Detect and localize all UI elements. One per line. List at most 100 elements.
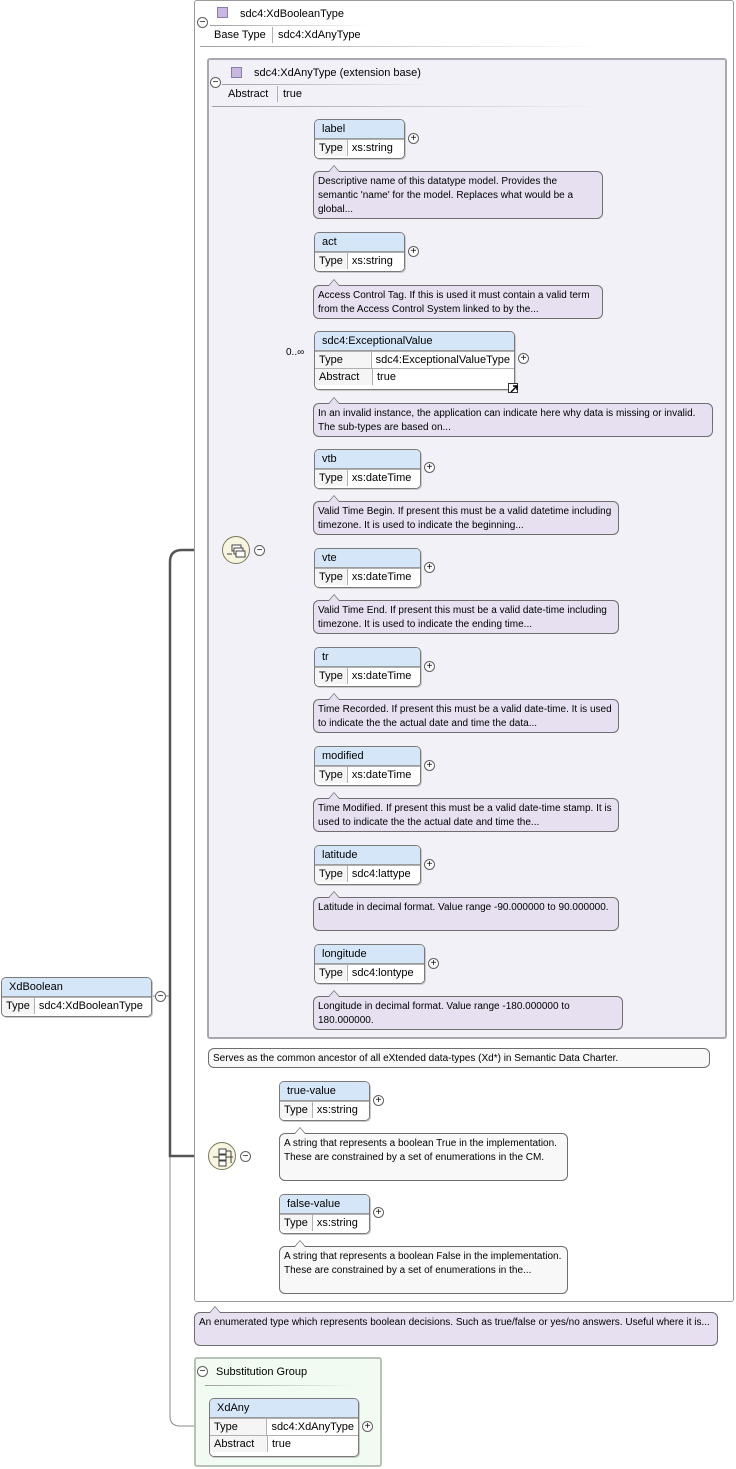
expand-label-icon[interactable]: +	[408, 133, 419, 144]
element-latitude[interactable]: latitude Type sdc4:lattype	[314, 845, 421, 885]
note-text: Valid Time Begin. If present this must b…	[318, 506, 612, 531]
type-value: xs:dateTime	[347, 767, 420, 783]
element-name: vte	[315, 549, 420, 568]
collapse-complex-type-icon[interactable]: −	[197, 17, 208, 28]
type-value: xs:string	[347, 253, 404, 269]
extension-abstract-label: Abstract	[228, 88, 269, 100]
header-divider	[200, 46, 600, 47]
element-name: sdc4:ExceptionalValue	[315, 332, 514, 351]
expand-exceptional-value-icon[interactable]: +	[518, 353, 529, 364]
element-label[interactable]: label Type xs:string	[314, 119, 405, 159]
note-text: An enumerated type which represents bool…	[199, 1317, 710, 1328]
element-name: tr	[315, 648, 420, 667]
element-name: vtb	[315, 450, 420, 469]
type-label: Type	[315, 569, 348, 585]
note-text: Time Recorded. If present this must be a…	[318, 704, 612, 729]
expand-modified-icon[interactable]: +	[424, 760, 435, 771]
expand-longitude-icon[interactable]: +	[428, 958, 439, 969]
element-false-value[interactable]: false-value Type xs:string	[279, 1194, 370, 1234]
root-element-xdboolean[interactable]: XdBoolean Type sdc4:XdBooleanType	[1, 977, 152, 1017]
note-text: Access Control Tag. If this is used it m…	[318, 290, 590, 315]
element-tr[interactable]: tr Type xs:dateTime	[314, 647, 421, 687]
complex-type-name: sdc4:XdBooleanType	[240, 8, 344, 20]
type-value: sdc4:lontype	[347, 965, 424, 981]
header-divider	[205, 1385, 355, 1386]
element-xdany[interactable]: XdAny Type sdc4:XdAnyType Abstract true	[209, 1398, 359, 1457]
exceptional-value-cardinality: 0..∞	[286, 347, 305, 358]
substitution-title: Substitution Group	[216, 1366, 308, 1378]
latitude-note: Latitude in decimal format. Value range …	[313, 891, 619, 931]
choice-compositor[interactable]	[208, 1142, 236, 1170]
attr-divider	[272, 27, 273, 43]
base-type-row: Base Type	[214, 29, 266, 41]
type-label: Type	[280, 1215, 313, 1231]
expand-tr-icon[interactable]: +	[424, 661, 435, 672]
type-value: xs:dateTime	[347, 668, 420, 684]
element-act[interactable]: act Type xs:string	[314, 232, 405, 272]
type-label: Type	[315, 470, 348, 486]
element-name: XdBoolean	[2, 978, 151, 997]
type-value: sdc4:ExceptionalValueType	[371, 352, 514, 368]
element-name: XdAny	[210, 1399, 358, 1418]
extension-note: Serves as the common ancestor of all eXt…	[208, 1048, 710, 1068]
base-type-value: sdc4:XdAnyType	[278, 29, 361, 41]
type-value: sdc4:XdAnyType	[267, 1419, 358, 1435]
abstract-value: true	[373, 369, 514, 385]
note-text: In an invalid instance, the application …	[318, 408, 696, 433]
sequence-icon	[227, 544, 246, 558]
abstract-label: Abstract	[315, 369, 373, 385]
vte-note: Valid Time End. If present this must be …	[313, 594, 619, 634]
element-true-value[interactable]: true-value Type xs:string	[279, 1081, 370, 1121]
type-value: sdc4:lattype	[347, 866, 420, 882]
collapse-choice-icon[interactable]: −	[240, 1151, 251, 1162]
header-divider	[212, 106, 602, 107]
note-text: Descriptive name of this datatype model.…	[318, 176, 574, 215]
header-divider	[210, 25, 370, 26]
arrow-icon	[510, 385, 518, 393]
note-text: Serves as the common ancestor of all eXt…	[213, 1053, 619, 1064]
act-note: Access Control Tag. If this is used it m…	[313, 279, 603, 319]
label-note: Descriptive name of this datatype model.…	[313, 165, 603, 219]
type-label: Type	[210, 1419, 268, 1435]
note-text: Longitude in decimal format. Value range…	[318, 1001, 570, 1026]
collapse-sequence-icon[interactable]: −	[254, 545, 265, 556]
tr-note: Time Recorded. If present this must be a…	[313, 693, 619, 733]
type-value: xs:dateTime	[347, 470, 420, 486]
element-name: latitude	[315, 846, 420, 865]
element-longitude[interactable]: longitude Type sdc4:lontype	[314, 944, 425, 984]
complex-type-icon	[217, 7, 228, 18]
expand-xdany-icon[interactable]: +	[362, 1421, 373, 1432]
element-vte[interactable]: vte Type xs:dateTime	[314, 548, 421, 588]
expand-latitude-icon[interactable]: +	[424, 859, 435, 870]
collapse-extension-icon[interactable]: −	[210, 77, 221, 88]
collapse-root-icon[interactable]: −	[155, 991, 166, 1002]
type-label: Type	[315, 965, 348, 981]
sequence-compositor[interactable]	[222, 536, 250, 564]
type-value: xs:dateTime	[347, 569, 420, 585]
type-label: Type	[315, 668, 348, 684]
vtb-note: Valid Time Begin. If present this must b…	[313, 495, 619, 535]
type-label: Type	[315, 140, 348, 156]
collapse-substitution-icon[interactable]: −	[197, 1366, 208, 1377]
type-value: xs:string	[347, 140, 404, 156]
expand-true-value-icon[interactable]: +	[373, 1095, 384, 1106]
base-type-label: Base Type	[214, 29, 266, 41]
expand-vte-icon[interactable]: +	[424, 562, 435, 573]
extension-abstract-value: true	[283, 88, 302, 100]
element-exceptional-value[interactable]: sdc4:ExceptionalValue Type sdc4:Exception…	[314, 331, 515, 390]
note-text: A string that represents a boolean True …	[284, 1138, 557, 1163]
expand-vtb-icon[interactable]: +	[424, 462, 435, 473]
element-vtb[interactable]: vtb Type xs:dateTime	[314, 449, 421, 489]
modified-note: Time Modified. If present this must be a…	[313, 792, 619, 832]
note-text: A string that represents a boolean False…	[284, 1251, 562, 1276]
expand-act-icon[interactable]: +	[408, 246, 419, 257]
substitution-link-icon[interactable]	[508, 383, 518, 393]
abstract-label: Abstract	[210, 1436, 268, 1452]
type-label: Type	[315, 866, 348, 882]
element-name: modified	[315, 747, 420, 766]
false-value-note: A string that represents a boolean False…	[279, 1240, 568, 1294]
expand-false-value-icon[interactable]: +	[373, 1207, 384, 1218]
attr-divider	[277, 86, 278, 102]
element-modified[interactable]: modified Type xs:dateTime	[314, 746, 421, 786]
extension-type-icon	[231, 67, 242, 78]
